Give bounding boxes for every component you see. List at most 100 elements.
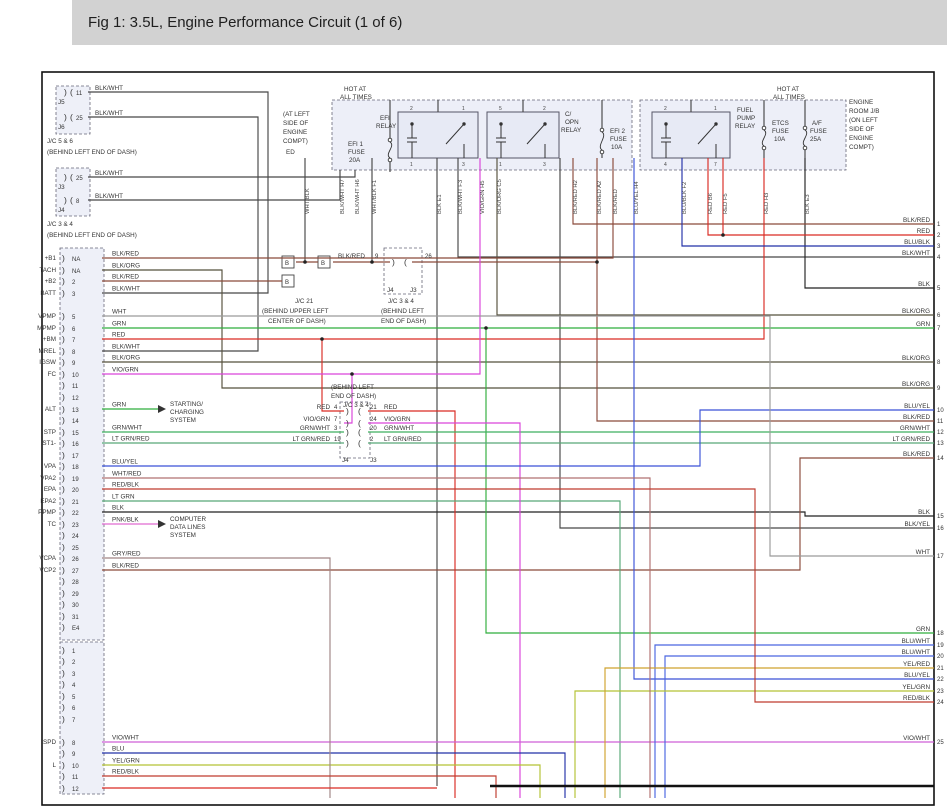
- diagram-label: CENTER OF DASH): [268, 318, 326, 325]
- connector-bracket: ): [62, 611, 65, 621]
- pin-number: 28: [72, 580, 79, 586]
- ecm-pin-name: TC: [48, 521, 57, 528]
- diagram-label: END OF DASH): [381, 318, 426, 325]
- connector-bracket: ): [62, 438, 65, 448]
- diagram-label: J3: [58, 184, 65, 191]
- wire-color-label: BLU/BLK: [904, 239, 931, 246]
- diagram-label: HOT AT: [344, 86, 366, 93]
- ecm-pin-name: +B2: [45, 278, 57, 285]
- wire-color-label: WHT/BLK: [305, 188, 311, 214]
- wire-color-label: WHT/BLK F1: [372, 180, 378, 214]
- wire-color-label: BLK/ORG: [902, 355, 930, 362]
- connector-bracket: ): [62, 565, 65, 575]
- wire-color-label: GRY/RED: [112, 551, 141, 558]
- wire-color-label: LT GRN: [112, 494, 135, 501]
- fuse-terminal: [803, 126, 807, 130]
- junction-dot: [721, 233, 725, 237]
- ecm-pin-name: ALT: [45, 406, 56, 413]
- pin-number: 27: [72, 569, 79, 575]
- junction-block: [60, 642, 104, 794]
- pin-number: 22: [937, 677, 944, 683]
- diagram-label: 1: [714, 106, 717, 112]
- diagram-label: COMPUTER: [170, 516, 206, 523]
- diagram-label: ): [346, 406, 349, 416]
- diagram-label: 25: [76, 116, 83, 122]
- connector-bracket: ): [62, 288, 65, 298]
- diagram-label: ): [346, 427, 349, 437]
- diagram-label: ): [64, 87, 67, 97]
- connector-bracket: ): [62, 369, 65, 379]
- connector-bracket: ): [62, 380, 65, 390]
- wire-color-label: BLK E3: [805, 194, 811, 214]
- connector-bracket: ): [62, 427, 65, 437]
- wire-color-label: GRN: [916, 321, 930, 328]
- pin-number: 18: [72, 465, 79, 471]
- connector-bracket: ): [62, 507, 65, 517]
- diagram-label: 10A: [774, 136, 786, 143]
- pin-number: E4: [72, 626, 80, 632]
- ecm-pin-name: PPMP: [38, 509, 56, 516]
- diagram-label: 26: [425, 254, 432, 260]
- diagram-label: BLK/WHT: [95, 193, 123, 200]
- pin-number: 12: [937, 430, 944, 436]
- diagram-label: ED: [286, 149, 295, 156]
- connector-bracket: ): [62, 357, 65, 367]
- diagram-label: 25: [76, 176, 83, 182]
- pin-number: 16: [72, 442, 79, 448]
- wire-color-label: BLK/ORG C5: [497, 179, 503, 214]
- pin-number: 11: [937, 419, 944, 425]
- connector-bracket: ): [62, 599, 65, 609]
- wire-color-label: RED B6: [708, 193, 714, 214]
- pin-number: 17: [72, 454, 79, 460]
- wire-color-label: LT GRN/RED: [892, 436, 930, 443]
- pin-number: 26: [72, 557, 79, 563]
- connector-bracket: ): [62, 415, 65, 425]
- wire-color-label: WHT: [916, 549, 930, 556]
- wire-color-label: BLU/YEL: [904, 403, 930, 410]
- connector-bracket: ): [62, 737, 65, 747]
- diagram-label: 2: [410, 106, 413, 112]
- wire-color-label: RED/BLK: [112, 482, 140, 489]
- diagram-label: 4: [664, 162, 667, 168]
- pin-number: 25: [937, 740, 944, 746]
- ecm-pin-name: EPA2: [40, 498, 56, 505]
- pin-number: 12: [72, 396, 79, 402]
- connector-bracket: ): [62, 392, 65, 402]
- connector-bracket: ): [62, 668, 65, 678]
- pin-number: 14: [72, 419, 79, 425]
- diagram-label: SIDE OF: [283, 120, 308, 127]
- wire-color-label: BLK/RED: [112, 251, 139, 258]
- connector-bracket: ): [62, 714, 65, 724]
- diagram-label: BLK/WHT: [95, 85, 123, 92]
- ecm-pin-name: BATT: [40, 290, 56, 297]
- diagram-label: GRN/WHT: [300, 425, 330, 432]
- diagram-label: J/C 3 & 4: [47, 221, 73, 228]
- wire-color-label: BLK/RED H2: [573, 180, 579, 214]
- diagram-label: 19: [334, 437, 341, 443]
- connector-bracket: ): [62, 311, 65, 321]
- pin-number: 7: [937, 326, 941, 332]
- diagram-label: COMPT): [283, 138, 308, 145]
- connector-bracket: ): [62, 622, 65, 632]
- diagram-label: ENGINE: [283, 129, 307, 136]
- pin-number: 15: [72, 431, 79, 437]
- pin-number: 18: [937, 631, 944, 637]
- pin-number: NA: [72, 269, 80, 275]
- diagram-label: ENGINE: [849, 135, 873, 142]
- diagram-label: 3: [462, 162, 465, 168]
- wire-color-label: BLK/RED: [903, 414, 930, 421]
- wire-color-label: GRN: [112, 402, 126, 409]
- diagram-label: J3: [410, 287, 417, 294]
- diagram-label: FUSE: [610, 136, 627, 143]
- connector-bracket: ): [62, 553, 65, 563]
- wire-color-label: BLK/ORG: [112, 355, 140, 362]
- wire-color-label: GRN: [112, 321, 126, 328]
- wire-color-label: WHT: [112, 309, 126, 316]
- wire-color-label: RED F5: [723, 193, 729, 214]
- relay-box: [487, 112, 559, 158]
- diagram-label: RED: [317, 404, 331, 411]
- wire-color-label: BLU: [112, 746, 125, 753]
- wire-color-label: VIO/WHT: [112, 735, 139, 742]
- ecm-pin-name: VPA2: [40, 475, 56, 482]
- diagram-label: 25A: [810, 136, 822, 143]
